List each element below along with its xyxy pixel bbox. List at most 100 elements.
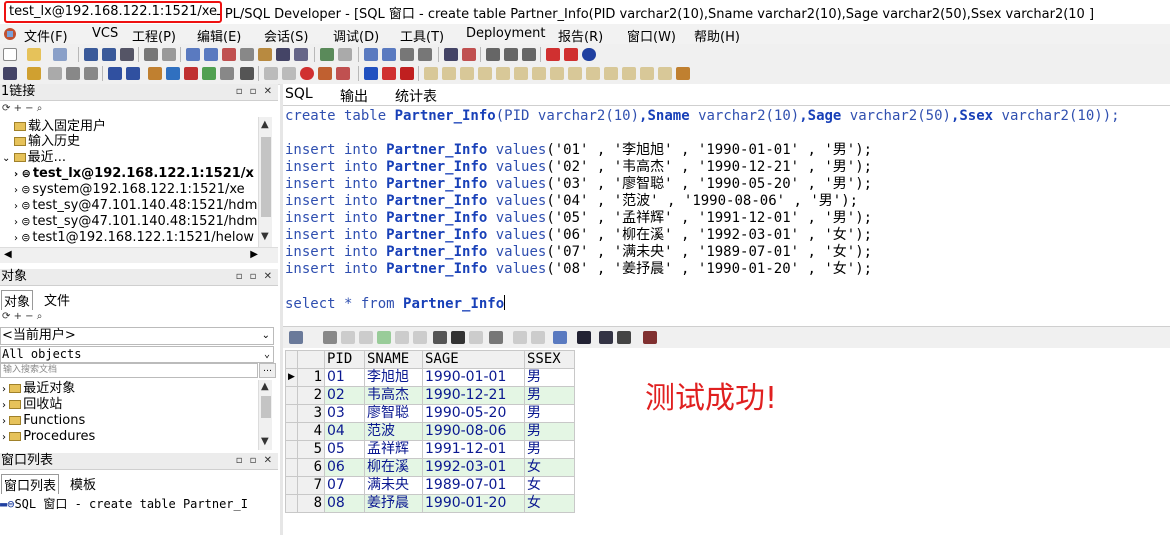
tree-item-connection[interactable]: › ⊜ system@192.168.122.1:1521/xe <box>14 182 245 197</box>
cell-pid[interactable]: 04 <box>324 422 365 441</box>
menu-help[interactable]: 帮助(H) <box>694 26 740 45</box>
row-indicator[interactable] <box>285 404 298 423</box>
grid-rownum[interactable]: 2 <box>297 386 325 405</box>
down-icon[interactable] <box>531 331 545 344</box>
template-icon[interactable] <box>496 67 510 80</box>
table-row[interactable]: 5 05 孟祥辉 1991-12-01 男 <box>285 440 575 459</box>
table-row[interactable]: 2 02 韦高杰 1990-12-21 男 <box>285 386 575 405</box>
cell-ssex[interactable]: 男 <box>524 386 575 405</box>
grid-rownum[interactable]: 8 <box>297 494 325 513</box>
current-row-indicator-icon[interactable]: ▶ <box>285 368 298 387</box>
expand-icon[interactable]: › <box>2 416 9 427</box>
column-header-sname[interactable]: SNAME <box>364 350 423 369</box>
row-indicator[interactable] <box>285 422 298 441</box>
scroll-up-icon[interactable]: ▲ <box>261 119 269 130</box>
cell-sage[interactable]: 1991-12-01 <box>422 440 525 459</box>
insert-row-icon[interactable] <box>341 331 355 344</box>
chart-icon[interactable] <box>643 331 657 344</box>
explain-icon[interactable] <box>166 67 180 80</box>
break-icon[interactable] <box>564 48 578 61</box>
cell-sname[interactable]: 范波 <box>364 422 423 441</box>
replace-icon[interactable] <box>294 48 308 61</box>
compile-icon[interactable] <box>424 67 438 80</box>
format-icon[interactable] <box>444 48 458 61</box>
menu-edit[interactable]: 编辑(E) <box>197 26 241 45</box>
search-options-button[interactable]: … <box>259 363 276 378</box>
export-icon[interactable] <box>617 331 631 344</box>
scroll-left-icon[interactable]: ◀ <box>4 249 12 260</box>
tile-icon[interactable] <box>504 48 518 61</box>
connections-hscrollbar[interactable]: ◀ ▶ <box>0 247 278 263</box>
grid-rownum[interactable]: 6 <box>297 458 325 477</box>
menu-debug[interactable]: 调试(D) <box>333 26 379 45</box>
tree-item-connection[interactable]: › ⊜ test1@192.168.122.1:1521/helow <box>14 230 254 245</box>
chevron-down-icon[interactable]: ⌄ <box>264 347 270 362</box>
cell-sage[interactable]: 1990-05-20 <box>422 404 525 423</box>
refresh-icon[interactable]: ⟳ <box>2 103 10 114</box>
tree-item-connection-current[interactable]: › ⊜ test_lx@192.168.122.1:1521/x <box>14 166 254 181</box>
cascade-icon[interactable] <box>522 48 536 61</box>
paste-icon[interactable] <box>258 48 272 61</box>
cell-pid[interactable]: 01 <box>324 368 365 387</box>
pane-controls-icon[interactable]: ▫ ▫ ✕ <box>236 269 274 285</box>
row-indicator[interactable] <box>285 386 298 405</box>
cell-sname[interactable]: 廖智聪 <box>364 404 423 423</box>
cell-sage[interactable]: 1992-03-01 <box>422 458 525 477</box>
prev-icon[interactable] <box>395 331 409 344</box>
refresh-icon[interactable] <box>433 331 447 344</box>
row-indicator[interactable] <box>285 440 298 459</box>
add-icon[interactable]: + <box>14 103 22 114</box>
scroll-right-icon[interactable]: ▶ <box>250 249 258 260</box>
cell-sage[interactable]: 1990-01-01 <box>422 368 525 387</box>
copy-icon[interactable] <box>240 48 254 61</box>
tab-sql[interactable]: SQL <box>285 86 313 102</box>
plug-icon[interactable] <box>676 67 690 80</box>
column-header-pid[interactable]: PID <box>324 350 365 369</box>
cell-sname[interactable]: 满未央 <box>364 476 423 495</box>
clear-icon[interactable] <box>462 48 476 61</box>
window-list-icon[interactable] <box>486 48 500 61</box>
window-list-item[interactable]: ▬⊜SQL 窗口 - create table Partner_I <box>0 495 278 511</box>
table-row[interactable]: 6 06 柳在溪 1992-03-01 女 <box>285 458 575 477</box>
table-row[interactable]: 7 07 满未央 1989-07-01 女 <box>285 476 575 495</box>
tree-item-functions[interactable]: › Functions <box>2 413 85 428</box>
redo-icon[interactable] <box>204 48 218 61</box>
compile-all-icon[interactable] <box>442 67 456 80</box>
step-over-icon[interactable] <box>382 67 396 80</box>
undo-icon[interactable] <box>186 48 200 61</box>
diagram-icon[interactable] <box>184 67 198 80</box>
record-icon[interactable] <box>300 67 314 80</box>
row-indicator[interactable] <box>285 476 298 495</box>
debug-icon[interactable] <box>318 67 332 80</box>
grid-rownum[interactable]: 4 <box>297 422 325 441</box>
describe-icon[interactable] <box>48 67 62 80</box>
tree-item-connection[interactable]: › ⊜ test_sy@47.101.140.48:1521/hdmp <box>14 198 266 213</box>
table-row[interactable]: ▶ 1 01 李旭旭 1990-01-01 男 <box>285 368 575 387</box>
cell-sage[interactable]: 1990-12-21 <box>422 386 525 405</box>
tree-item-recent[interactable]: ⌄ 最近... <box>2 150 66 165</box>
cell-ssex[interactable]: 男 <box>524 404 575 423</box>
cell-sname[interactable]: 李旭旭 <box>364 368 423 387</box>
cell-ssex[interactable]: 男 <box>524 440 575 459</box>
indent-icon[interactable] <box>364 48 378 61</box>
command-window-icon[interactable] <box>126 67 140 80</box>
cell-ssex[interactable]: 女 <box>524 494 575 513</box>
connections-scrollbar[interactable]: ▲ ▼ <box>258 117 272 247</box>
uncomment-icon[interactable] <box>418 48 432 61</box>
preview-icon[interactable] <box>162 48 176 61</box>
tab-files[interactable]: 文件 <box>42 290 72 309</box>
grid-view-icon[interactable] <box>289 331 303 344</box>
column-header-sage[interactable]: SAGE <box>422 350 525 369</box>
grid-rownum[interactable]: 7 <box>297 476 325 495</box>
scroll-thumb[interactable] <box>261 396 271 418</box>
up-icon[interactable] <box>513 331 527 344</box>
print-icon[interactable] <box>599 331 613 344</box>
expand-icon[interactable]: › <box>2 432 9 443</box>
grid-rownum[interactable]: 3 <box>297 404 325 423</box>
cell-sname[interactable]: 孟祥辉 <box>364 440 423 459</box>
post-icon[interactable] <box>377 331 391 344</box>
chevron-down-icon[interactable]: ⌄ <box>262 328 270 344</box>
clear-icon[interactable] <box>469 331 483 344</box>
new-icon[interactable] <box>3 48 17 61</box>
import-icon[interactable] <box>550 67 564 80</box>
